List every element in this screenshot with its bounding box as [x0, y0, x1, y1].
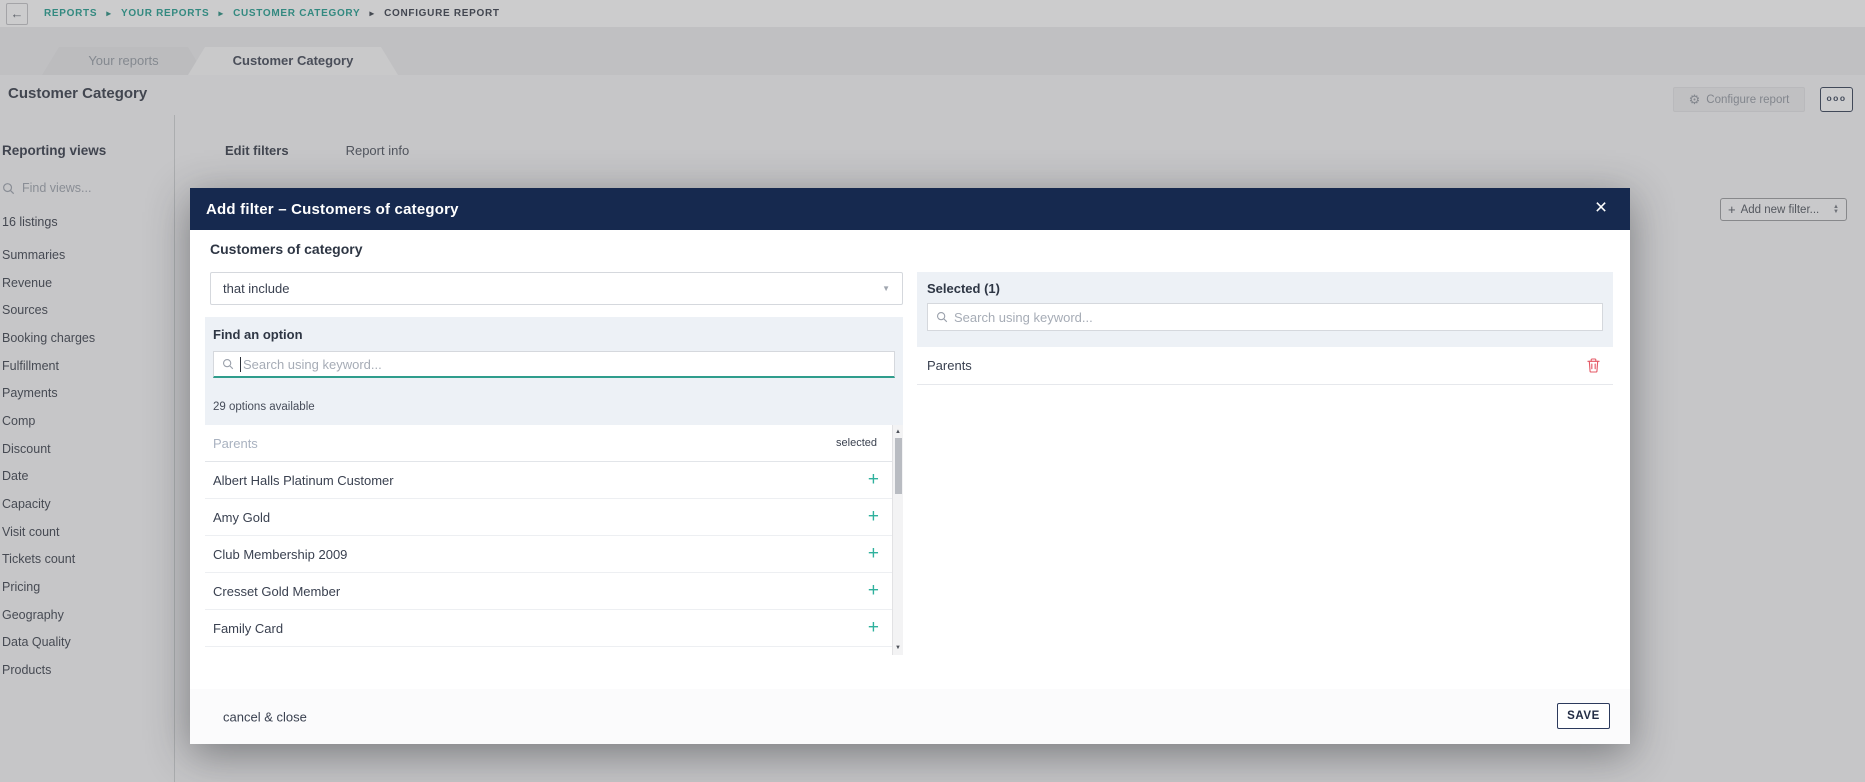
remove-selected-button[interactable]	[1585, 357, 1601, 374]
add-option-plus-icon[interactable]: +	[868, 469, 879, 491]
options-search-input[interactable]	[243, 356, 886, 372]
option-label: Amy Gold	[213, 509, 271, 525]
option-row[interactable]: Albert Halls Platinum Customer +	[205, 462, 903, 499]
condition-dropdown[interactable]: that include ▼	[210, 272, 903, 305]
options-table-header: Parents selected	[205, 425, 903, 462]
search-icon	[222, 358, 234, 370]
option-row-partial	[205, 647, 903, 655]
option-label: Albert Halls Platinum Customer	[213, 472, 394, 488]
option-row[interactable]: Amy Gold +	[205, 499, 903, 536]
options-count: 29 options available	[213, 401, 315, 413]
add-option-plus-icon[interactable]: +	[868, 543, 879, 565]
modal-footer: cancel & close SAVE	[190, 689, 1630, 744]
save-button[interactable]: SAVE	[1557, 703, 1610, 729]
selected-count-title: Selected (1)	[927, 281, 1000, 296]
selected-panel: Selected (1) Parents	[917, 272, 1613, 385]
selected-panel-header: Selected (1)	[917, 272, 1613, 347]
find-option-panel: Find an option 29 options available Pare…	[205, 317, 903, 655]
condition-dropdown-value: that include	[223, 281, 290, 296]
scroll-up-icon[interactable]: ▲	[893, 429, 903, 435]
selected-search[interactable]	[927, 303, 1603, 331]
add-option-plus-icon[interactable]: +	[868, 617, 879, 639]
column-header-parents: Parents	[213, 435, 258, 451]
add-option-plus-icon[interactable]: +	[868, 580, 879, 602]
option-row[interactable]: Family Card +	[205, 610, 903, 647]
text-cursor	[240, 356, 241, 372]
selected-item-label: Parents	[927, 358, 972, 373]
options-table: Parents selected Albert Halls Platinum C…	[205, 425, 903, 655]
cancel-close-button[interactable]: cancel & close	[223, 709, 307, 724]
column-header-selected: selected	[836, 437, 877, 449]
options-scrollbar[interactable]: ▲ ▼	[892, 425, 903, 655]
modal-title: Add filter – Customers of category	[206, 200, 459, 218]
scroll-down-icon[interactable]: ▼	[893, 645, 903, 651]
find-option-label: Find an option	[213, 327, 303, 342]
modal-header: Add filter – Customers of category ×	[190, 188, 1630, 230]
options-search[interactable]	[213, 351, 895, 378]
option-row[interactable]: Cresset Gold Member +	[205, 573, 903, 610]
filter-field-label: Customers of category	[210, 241, 363, 257]
app-screen: ← REPORTS ▶ YOUR REPORTS ▶ CUSTOMER CATE…	[0, 0, 1865, 782]
option-row[interactable]: Club Membership 2009 +	[205, 536, 903, 573]
scrollbar-thumb[interactable]	[895, 438, 902, 494]
option-label: Cresset Gold Member	[213, 583, 341, 599]
selected-search-input[interactable]	[954, 309, 1594, 325]
search-icon	[936, 311, 948, 323]
option-label: Club Membership 2009	[213, 546, 348, 562]
add-filter-modal: Add filter – Customers of category × Cus…	[190, 188, 1630, 744]
add-option-plus-icon[interactable]: +	[868, 506, 879, 528]
caret-down-icon: ▼	[882, 284, 890, 293]
close-icon[interactable]: ×	[1588, 196, 1614, 222]
selected-item-row: Parents	[917, 347, 1613, 385]
option-label: Family Card	[213, 620, 284, 636]
trash-icon	[1586, 358, 1600, 373]
